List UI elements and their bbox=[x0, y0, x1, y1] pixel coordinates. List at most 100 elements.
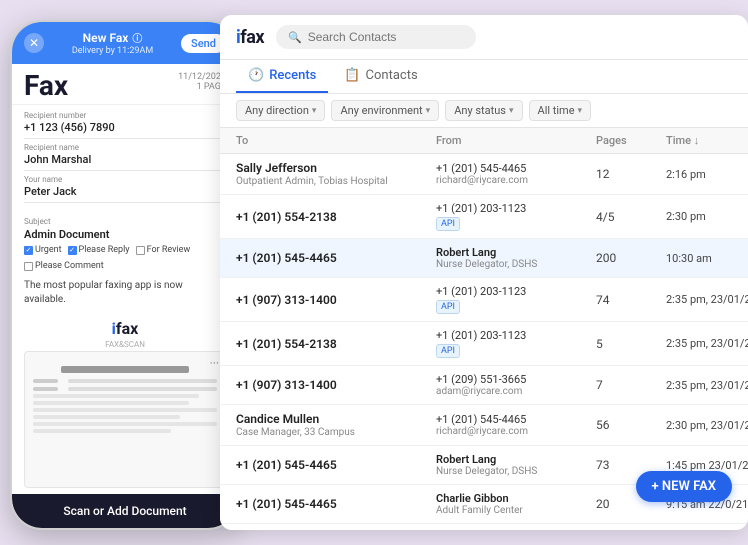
table-row[interactable]: Candice Mullen Case Manager, 33 Campus +… bbox=[220, 405, 748, 446]
col-pages: Pages bbox=[596, 134, 666, 147]
table-row[interactable]: +1 (907) 313-1400 +1 (209) 551-3665 adam… bbox=[220, 366, 748, 405]
to-cell: +1 (907) 313-1400 bbox=[236, 378, 436, 392]
api-badge: API bbox=[436, 217, 460, 231]
from-name: Charlie Gibbon bbox=[436, 492, 596, 505]
table-row[interactable]: Sally Jefferson Outpatient Admin, Tobias… bbox=[220, 154, 748, 195]
filter-status[interactable]: Any status bbox=[445, 100, 522, 121]
checkbox-please-reply[interactable]: Please Reply bbox=[68, 245, 130, 255]
contact-name: +1 (201) 545-4465 bbox=[236, 251, 436, 265]
col-to: To bbox=[236, 134, 436, 147]
from-cell: Robert Lang Nurse Delegator, DSHS bbox=[436, 453, 596, 477]
time-cell: 1:45 pm 23/01/21 bbox=[666, 459, 748, 472]
new-fax-button[interactable]: + NEW FAX bbox=[636, 471, 732, 502]
table-row[interactable]: +1 (907) 313-1400 +1 (201) 203-1123 API … bbox=[220, 278, 748, 322]
to-cell: +1 (201) 554-2138 bbox=[236, 337, 436, 351]
contact-name: +1 (201) 554-2138 bbox=[236, 337, 436, 351]
recipient-name-label: Recipient name bbox=[24, 143, 226, 152]
to-cell: +1 (907) 313-1400 bbox=[236, 293, 436, 307]
table-row[interactable]: +1 (201) 554-2138 +1 (201) 203-1123 API … bbox=[220, 322, 748, 366]
time-cell: 2:30 pm, 23/01/21 bbox=[666, 419, 748, 432]
contact-name: Sally Jefferson bbox=[236, 161, 436, 175]
contact-sub: Outpatient Admin, Tobias Hospital bbox=[236, 176, 436, 187]
time-cell: 10:30 am bbox=[666, 252, 748, 265]
time-cell: 2:35 pm, 23/01/21 bbox=[666, 379, 748, 392]
subject-section: Subject Admin Document Urgent Please Rep… bbox=[12, 213, 238, 279]
new-fax-title: New Fax bbox=[83, 31, 129, 45]
from-cell: +1 (209) 551-3665 adam@riycare.com bbox=[436, 373, 596, 397]
api-badge: API bbox=[436, 344, 460, 358]
recipient-name-value[interactable]: John Marshal bbox=[24, 153, 226, 171]
search-bar[interactable]: 🔍 bbox=[276, 25, 476, 49]
time-cell: 2:30 pm bbox=[666, 210, 748, 223]
subject-label: Subject bbox=[24, 217, 226, 226]
api-badge: API bbox=[436, 300, 460, 314]
col-time[interactable]: Time ↓ bbox=[666, 134, 748, 147]
table-row[interactable]: +1 (201) 554-2138 +1 (201) 203-1123 API … bbox=[220, 524, 748, 530]
scan-add-document-button[interactable]: Scan or Add Document bbox=[12, 494, 238, 528]
recipient-name-field: Recipient name John Marshal bbox=[24, 143, 226, 171]
checkbox-for-review[interactable]: For Review bbox=[136, 245, 191, 255]
from-cell: +1 (201) 203-1123 API bbox=[436, 329, 596, 358]
document-options-icon[interactable]: ··· bbox=[210, 356, 219, 370]
filter-environment[interactable]: Any environment bbox=[331, 100, 439, 121]
from-cell: Charlie Gibbon Adult Family Center bbox=[436, 492, 596, 516]
mobile-ifax-tagline: FAX&SCAN bbox=[12, 340, 238, 349]
search-input[interactable] bbox=[308, 30, 464, 44]
recipient-number-value[interactable]: +1 123 (456) 7890 bbox=[24, 121, 226, 139]
subject-value[interactable]: Admin Document bbox=[24, 228, 226, 241]
contact-sub: Case Manager, 33 Campus bbox=[236, 427, 436, 438]
from-cell: +1 (201) 545-4465 richard@riycare.com bbox=[436, 413, 596, 437]
please-reply-checkbox-box[interactable] bbox=[68, 246, 77, 255]
fax-meta: 11/12/2020 1 PAGE bbox=[178, 72, 226, 92]
doc-title-line bbox=[61, 366, 190, 373]
your-name-field: Your name Peter Jack bbox=[24, 175, 226, 203]
filter-time[interactable]: All time bbox=[529, 100, 592, 121]
from-cell: +1 (201) 545-4465 richard@riycare.com bbox=[436, 162, 596, 186]
desktop-header: ifax 🔍 bbox=[220, 15, 748, 60]
from-cell: +1 (201) 203-1123 API bbox=[436, 202, 596, 231]
from-cell: +1 (201) 203-1123 API bbox=[436, 285, 596, 314]
filter-direction[interactable]: Any direction bbox=[236, 100, 325, 121]
phone-subtitle: Delivery by 11:29AM bbox=[72, 46, 153, 56]
urgent-checkbox-box[interactable] bbox=[24, 246, 33, 255]
document-preview: ··· bbox=[24, 351, 226, 488]
from-email: adam@riycare.com bbox=[436, 386, 596, 397]
recipient-number-field: Recipient number +1 123 (456) 7890 bbox=[24, 111, 226, 139]
checkboxes-row: Urgent Please Reply For Review Please Co… bbox=[24, 245, 226, 271]
your-name-label: Your name bbox=[24, 175, 226, 184]
please-reply-label: Please Reply bbox=[79, 245, 130, 255]
to-cell: +1 (201) 554-2138 bbox=[236, 210, 436, 224]
close-button[interactable]: ✕ bbox=[24, 33, 44, 53]
form-section: Recipient number +1 123 (456) 7890 Recip… bbox=[12, 105, 238, 213]
from-number: +1 (201) 545-4465 bbox=[436, 162, 596, 175]
for-review-checkbox-box[interactable] bbox=[136, 246, 145, 255]
to-cell: +1 (201) 545-4465 bbox=[236, 458, 436, 472]
please-comment-checkbox-box[interactable] bbox=[24, 262, 33, 271]
checkbox-please-comment[interactable]: Please Comment bbox=[24, 261, 104, 271]
table-row[interactable]: +1 (201) 554-2138 +1 (201) 203-1123 API … bbox=[220, 195, 748, 239]
tab-recents[interactable]: 🕐 Recents bbox=[236, 60, 328, 93]
pages-cell: 4/5 bbox=[596, 210, 666, 224]
please-comment-label: Please Comment bbox=[35, 261, 104, 271]
pages-cell: 56 bbox=[596, 418, 666, 432]
table-row[interactable]: +1 (201) 545-4465 Robert Lang Nurse Dele… bbox=[220, 239, 748, 278]
fax-date: 11/12/2020 bbox=[178, 72, 226, 82]
mobile-ifax-logo: ifax bbox=[12, 315, 238, 342]
your-name-value[interactable]: Peter Jack bbox=[24, 185, 226, 203]
contact-name: +1 (201) 545-4465 bbox=[236, 497, 436, 511]
time-cell: 2:16 pm bbox=[666, 168, 748, 181]
phone-top-bar: ✕ New Fax ⓘ Delivery by 11:29AM Send bbox=[12, 22, 238, 64]
time-cell: 2:35 pm, 23/01/21 bbox=[666, 337, 748, 350]
fax-big-title: Fax bbox=[24, 72, 68, 100]
from-sub: Nurse Delegator, DSHS bbox=[436, 259, 596, 270]
urgent-label: Urgent bbox=[35, 245, 62, 255]
phone-title-area: New Fax ⓘ Delivery by 11:29AM bbox=[72, 30, 153, 56]
for-review-label: For Review bbox=[147, 245, 191, 255]
to-cell: +1 (201) 545-4465 bbox=[236, 497, 436, 511]
to-cell: Candice Mullen Case Manager, 33 Campus bbox=[236, 412, 436, 438]
pages-cell: 12 bbox=[596, 167, 666, 181]
to-cell: Sally Jefferson Outpatient Admin, Tobias… bbox=[236, 161, 436, 187]
tab-contacts[interactable]: 📋 Contacts bbox=[332, 60, 429, 93]
from-name: Robert Lang bbox=[436, 246, 596, 259]
checkbox-urgent[interactable]: Urgent bbox=[24, 245, 62, 255]
